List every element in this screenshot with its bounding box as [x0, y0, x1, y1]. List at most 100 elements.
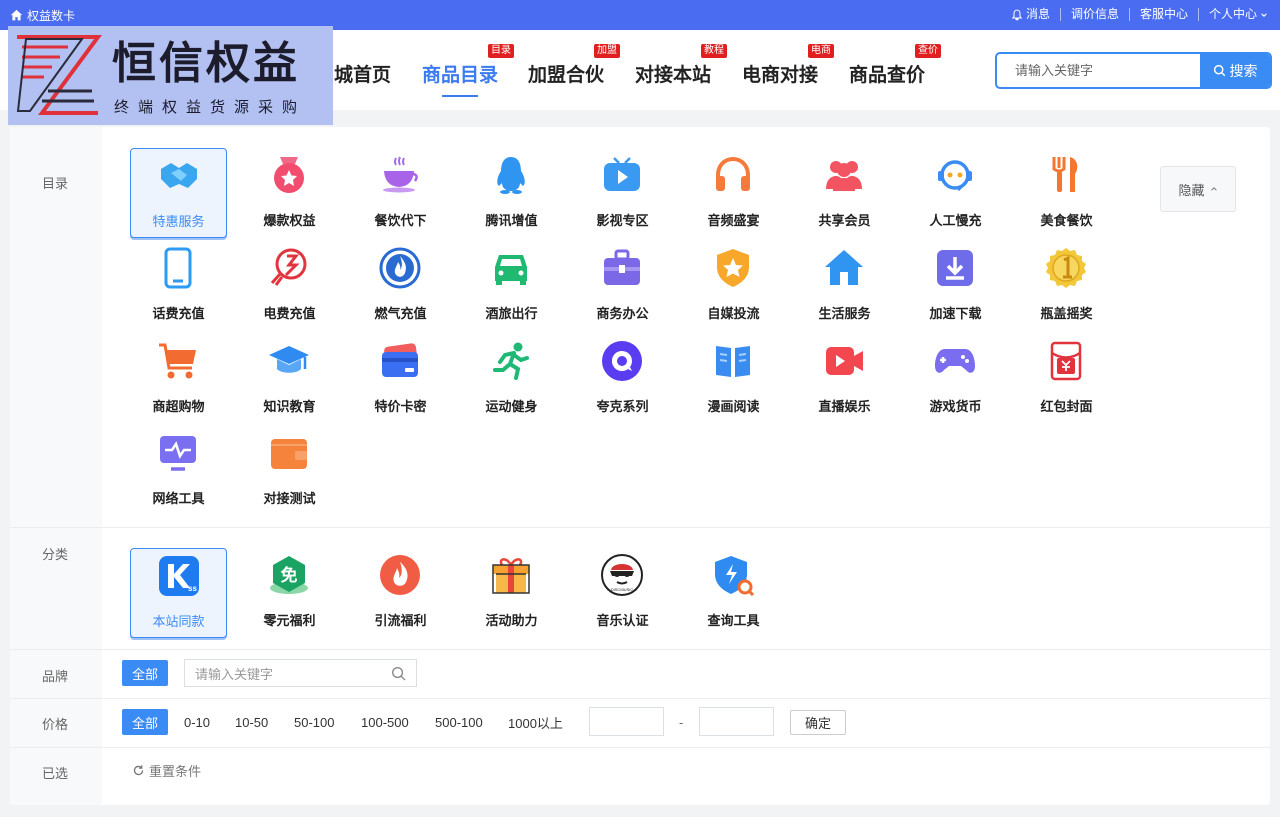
- catalog-item-label: 对接测试: [263, 491, 316, 506]
- catalog-item[interactable]: 网络工具: [130, 426, 227, 516]
- brand-all-button[interactable]: 全部: [122, 660, 169, 686]
- catalog-item[interactable]: 运动健身: [463, 334, 560, 424]
- price-range-option[interactable]: 10-50: [235, 709, 268, 735]
- catalog-label-text: 目录: [42, 176, 69, 191]
- catalog-item[interactable]: 特惠服务: [130, 148, 227, 238]
- catalog-item[interactable]: 腾讯增值: [463, 148, 560, 238]
- gift-box-icon: [492, 558, 530, 594]
- nav-price-check[interactable]: 商品查价 查价: [849, 44, 942, 87]
- price-range-option[interactable]: 100-500: [361, 709, 409, 735]
- price-range-option[interactable]: 1000以上: [508, 709, 563, 735]
- home-icon: [10, 9, 23, 21]
- nav-home[interactable]: 城首页: [334, 60, 391, 87]
- catalog-item[interactable]: 对接测试: [241, 426, 338, 516]
- electric-icon: [270, 248, 307, 286]
- price-confirm-button[interactable]: 确定: [790, 710, 846, 735]
- category-item[interactable]: 活动助力: [463, 548, 560, 638]
- nav-ecommerce[interactable]: 电商对接 电商: [742, 44, 835, 87]
- svg-text:ss: ss: [188, 584, 197, 593]
- catalog-item[interactable]: 商超购物: [130, 334, 227, 424]
- catalog-item[interactable]: 加速下载: [907, 241, 1004, 331]
- filter-panel: 目录 分类 品牌 价格 已选 特惠服务 爆款权益 餐饮代下 腾讯增值 影视专区 …: [10, 127, 1270, 805]
- catalog-item[interactable]: 电费充值: [241, 241, 338, 331]
- category-item[interactable]: 查询工具: [685, 548, 782, 638]
- brand-search-input[interactable]: 请输入关键字: [184, 659, 417, 687]
- nav-catalog[interactable]: 商品目录 目录: [422, 44, 515, 97]
- catalog-item[interactable]: 漫画阅读: [685, 334, 782, 424]
- category-item[interactable]: 免 零元福利: [241, 548, 338, 638]
- nav-integration[interactable]: 对接本站 教程: [635, 44, 728, 87]
- nav-integration-label: 对接本站: [635, 65, 712, 86]
- catalog-item[interactable]: 夸克系列: [574, 334, 671, 424]
- catalog-item-label: 共享会员: [818, 213, 871, 228]
- price-range-option[interactable]: 50-100: [294, 709, 334, 735]
- catalog-item[interactable]: 商务办公: [574, 241, 671, 331]
- catalog-item-label: 餐饮代下: [374, 213, 427, 228]
- catalog-item[interactable]: 直播娱乐: [796, 334, 893, 424]
- nav-franchise[interactable]: 加盟合伙 加盟: [528, 44, 621, 87]
- personal-center-link[interactable]: 个人中心: [1199, 8, 1268, 21]
- catalog-item[interactable]: 红包封面: [1018, 334, 1115, 424]
- price-adjust-link[interactable]: 调价信息: [1061, 8, 1130, 21]
- price-range-label: 10-50: [235, 714, 269, 730]
- catalog-item[interactable]: 瓶盖摇奖: [1018, 241, 1115, 331]
- search-button[interactable]: 搜索: [1200, 54, 1270, 87]
- personal-center-label: 个人中心: [1208, 7, 1257, 21]
- svg-text:DISCMUSIC: DISCMUSIC: [611, 587, 634, 592]
- category-item[interactable]: ss 本站同款: [130, 548, 227, 638]
- catalog-item[interactable]: 酒旅出行: [463, 241, 560, 331]
- catalog-item-label: 生活服务: [818, 306, 871, 321]
- catalog-item[interactable]: 影视专区: [574, 148, 671, 238]
- logo-title: 恒信权益: [112, 39, 300, 88]
- category-item-label: 音乐认证: [596, 613, 649, 628]
- brand-label: 品牌: [10, 650, 102, 698]
- catalog-item-label: 运动健身: [485, 399, 538, 414]
- brand-label-text: 品牌: [42, 669, 69, 684]
- hide-button[interactable]: 隐藏: [1160, 166, 1236, 212]
- gamepad-icon: [935, 349, 975, 373]
- selected-label-text: 已选: [42, 766, 69, 781]
- messages-link[interactable]: 消息: [1001, 8, 1061, 21]
- reset-filters-button[interactable]: 重置条件: [132, 757, 201, 783]
- catalog-item-label: 商务办公: [596, 306, 649, 321]
- medal-icon: [274, 157, 304, 193]
- price-max-input[interactable]: [699, 707, 774, 736]
- price-all-button[interactable]: 全部: [122, 709, 169, 735]
- catalog-item[interactable]: 燃气充值: [352, 241, 449, 331]
- category-item[interactable]: DISCMUSIC 音乐认证: [574, 548, 671, 638]
- nav-home-label: 城首页: [334, 65, 392, 86]
- search-input[interactable]: [997, 54, 1202, 87]
- catalog-item[interactable]: 自媒投流: [685, 241, 782, 331]
- brand-all-label: 全部: [132, 666, 159, 682]
- qq-penguin-icon: [497, 157, 525, 194]
- price-range-option[interactable]: 0-10: [184, 709, 210, 735]
- logo[interactable]: 恒信权益 终端权益货源采购: [8, 26, 333, 125]
- catalog-item[interactable]: 共享会员: [796, 148, 893, 238]
- category-item-label: 零元福利: [263, 613, 316, 628]
- quark-icon: [602, 341, 642, 381]
- customer-service-link[interactable]: 客服中心: [1130, 8, 1199, 21]
- gold-coin-icon: [1046, 248, 1086, 288]
- catalog-item[interactable]: 知识教育: [241, 334, 338, 424]
- catalog-item[interactable]: 爆款权益: [241, 148, 338, 238]
- catalog-item[interactable]: 游戏货币: [907, 334, 1004, 424]
- price-range-option[interactable]: 500-100: [435, 709, 483, 735]
- catalog-item[interactable]: 餐饮代下: [352, 148, 449, 238]
- home-link[interactable]: 权益数卡: [10, 7, 75, 24]
- divider: [10, 527, 1270, 528]
- support-agent-icon: [938, 160, 972, 192]
- catalog-item[interactable]: 生活服务: [796, 241, 893, 331]
- catalog-item[interactable]: 人工慢充: [907, 148, 1004, 238]
- price-min-input[interactable]: [589, 707, 664, 736]
- catalog-item[interactable]: 音频盛宴: [685, 148, 782, 238]
- price-range-label: 1000以上: [508, 715, 563, 731]
- catalog-item[interactable]: 特价卡密: [352, 334, 449, 424]
- site-name: 权益数卡: [27, 9, 76, 23]
- category-item[interactable]: 引流福利: [352, 548, 449, 638]
- catalog-item-label: 瓶盖摇奖: [1040, 306, 1093, 321]
- nav-tag: 教程: [701, 44, 728, 58]
- catalog-item[interactable]: 美食餐饮: [1018, 148, 1115, 238]
- catalog-item-label: 燃气充值: [374, 306, 427, 321]
- svg-text:免: 免: [281, 565, 298, 586]
- catalog-item[interactable]: 话费充值: [130, 241, 227, 331]
